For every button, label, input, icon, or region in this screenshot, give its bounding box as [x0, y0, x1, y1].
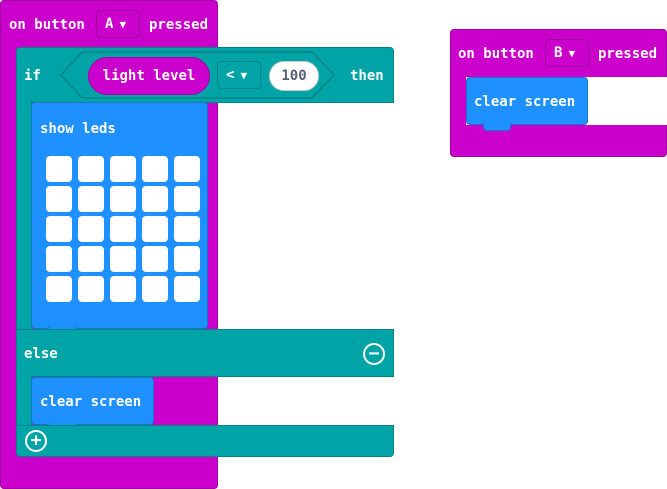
button-a-dropdown[interactable]: A ▼: [96, 10, 140, 38]
operator-value: <: [226, 67, 235, 83]
led-cell[interactable]: [46, 216, 72, 242]
led-cell[interactable]: [110, 246, 136, 272]
led-cell[interactable]: [46, 246, 72, 272]
caret-down-icon: ▼: [240, 68, 248, 82]
led-cell[interactable]: [110, 216, 136, 242]
led-matrix[interactable]: [46, 156, 202, 304]
led-cell[interactable]: [142, 186, 168, 212]
clear-screen-label: clear screen: [40, 394, 142, 410]
plus-circle-icon[interactable]: +: [25, 430, 47, 452]
led-cell[interactable]: [142, 156, 168, 182]
light-level-label: light level: [102, 68, 196, 84]
then-label: then: [350, 68, 384, 84]
show-leds-label: show leds: [40, 121, 116, 137]
led-cell[interactable]: [174, 246, 200, 272]
clear-screen-b-bottom-notch: [483, 123, 511, 131]
show-leds-block[interactable]: show leds: [31, 102, 208, 329]
threshold-number-input[interactable]: 100: [269, 61, 319, 91]
led-cell[interactable]: [142, 246, 168, 272]
led-cell[interactable]: [78, 276, 104, 302]
on-button-label: on button: [9, 17, 85, 33]
if-block-left-rail: [16, 100, 32, 332]
led-cell[interactable]: [142, 276, 168, 302]
threshold-value: 100: [281, 68, 307, 84]
led-cell[interactable]: [78, 156, 104, 182]
caret-down-icon: ▼: [119, 17, 127, 31]
led-cell[interactable]: [46, 276, 72, 302]
pressed-label: pressed: [149, 17, 209, 33]
if-block-footer: +: [16, 425, 394, 457]
led-cell[interactable]: [78, 186, 104, 212]
led-cell[interactable]: [174, 216, 200, 242]
caret-down-icon: ▼: [568, 46, 576, 60]
led-cell[interactable]: [174, 276, 200, 302]
else-left-rail: [16, 376, 32, 426]
clear-screen-label: clear screen: [474, 94, 576, 110]
led-cell[interactable]: [174, 156, 200, 182]
led-cell[interactable]: [78, 216, 104, 242]
clear-screen-block-b[interactable]: clear screen: [466, 77, 588, 125]
led-cell[interactable]: [46, 156, 72, 182]
led-cell[interactable]: [110, 276, 136, 302]
led-cell[interactable]: [174, 186, 200, 212]
led-cell[interactable]: [110, 186, 136, 212]
led-cell[interactable]: [110, 156, 136, 182]
minus-circle-icon[interactable]: −: [363, 343, 385, 365]
button-a-value: A: [105, 16, 114, 32]
clear-screen-block-else[interactable]: clear screen: [31, 377, 154, 425]
button-b-value: B: [554, 45, 563, 61]
else-section: else −: [16, 329, 394, 377]
led-cell[interactable]: [142, 216, 168, 242]
button-b-dropdown[interactable]: B ▼: [545, 39, 589, 67]
on-button-label: on button: [458, 46, 534, 62]
operator-dropdown[interactable]: < ▼: [217, 61, 261, 89]
else-label: else: [24, 346, 58, 362]
pressed-label: pressed: [598, 46, 658, 62]
light-level-block[interactable]: light level: [88, 57, 210, 95]
if-label: if: [24, 68, 41, 84]
led-cell[interactable]: [46, 186, 72, 212]
led-cell[interactable]: [78, 246, 104, 272]
